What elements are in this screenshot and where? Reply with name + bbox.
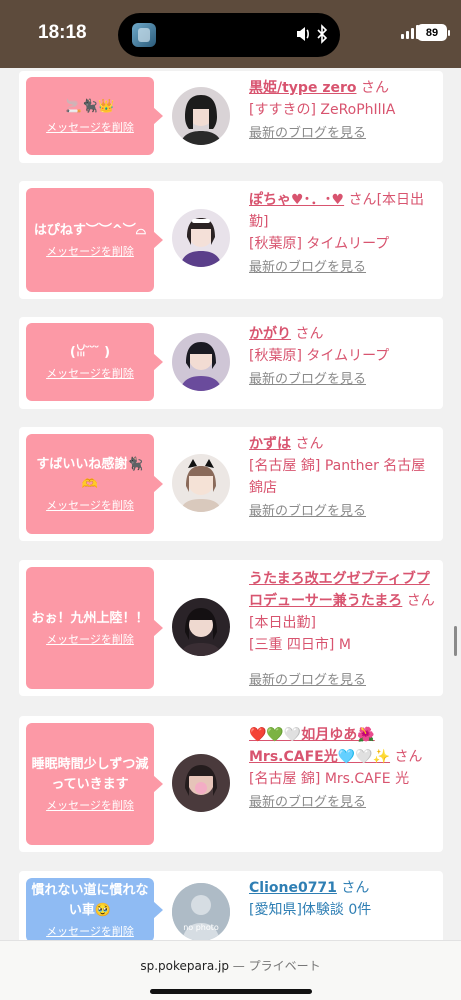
avatar[interactable] (172, 333, 230, 391)
profile-name-link[interactable]: かずは (249, 436, 291, 452)
profile-name-link[interactable]: ❤️💚🤍如月ゆあ🌺Mrs.CAFE光🩵🤍✨ (249, 727, 390, 765)
latest-blog-link[interactable]: 最新のブログを見る (249, 501, 439, 523)
profile-name-link[interactable]: かがり (249, 326, 291, 342)
message-bubble: (ꈍ ̆ ̆ ̆ ) メッセージを削除 (26, 323, 163, 401)
bluetooth-icon (317, 24, 328, 44)
shop-name: [秋葉原] タイムリープ (249, 348, 390, 364)
avatar[interactable] (172, 209, 230, 267)
message-bubble: 🚬🐈‍⬛👑 メッセージを削除 (26, 77, 163, 155)
message-bubble: 睡眠時間少しずつ減っていきます メッセージを削除 (26, 723, 163, 845)
status-bar: 18:18 89 (0, 0, 461, 68)
no-photo-label: no photo (183, 923, 219, 932)
honorific: さん (406, 593, 435, 609)
address-bar[interactable]: sp.pokepara.jp — プライベート (0, 957, 461, 974)
message-card: 睡眠時間少しずつ減っていきます メッセージを削除 ❤️💚🤍如月ゆあ🌺Mrs.CA… (19, 716, 443, 852)
private-mode-label: プライベート (248, 959, 321, 973)
avatar[interactable] (172, 754, 230, 812)
latest-blog-link[interactable]: 最新のブログを見る (249, 792, 439, 814)
honorific: さん (295, 326, 324, 342)
message-card: (ꈍ ̆ ̆ ̆ ) メッセージを削除 かがり さん [秋葉原] タイムリープ … (19, 317, 443, 409)
battery-icon: 89 (417, 24, 450, 41)
message-card: はぴねす︶︶^︶⌓ メッセージを削除 ぽちゃ♥･．･♥ さん[本日出勤] [秋葉… (19, 181, 443, 299)
profile-info: かずは さん [名古屋 錦] Panther 名古屋錦店 最新のブログを見る (249, 433, 439, 523)
latest-blog-link[interactable]: 最新のブログを見る (249, 369, 439, 391)
profile-info: 黒姫/type zero さん [すすきの] ZeRoPhIlIA 最新のブログ… (249, 77, 439, 145)
message-card: すばいいね感謝🐈‍⬛🫶 メッセージを削除 かずは さん [名古屋 錦] Pant… (19, 427, 443, 541)
latest-blog-link[interactable]: 最新のブログを見る (249, 123, 439, 145)
shop-name: [三重 四日市] M (249, 637, 351, 653)
delete-message-link[interactable]: メッセージを削除 (46, 367, 134, 381)
honorific: さん (295, 436, 324, 452)
profile-info: かがり さん [秋葉原] タイムリープ 最新のブログを見る (249, 323, 439, 391)
message-text: 睡眠時間少しずつ減っていきます (31, 757, 149, 792)
message-text: はぴねす︶︶^︶⌓ (33, 223, 147, 238)
delete-message-link[interactable]: メッセージを削除 (46, 499, 134, 513)
delete-message-link[interactable]: メッセージを削除 (46, 925, 134, 939)
avatar[interactable] (172, 87, 230, 145)
app-thumbnail-icon (132, 23, 156, 47)
browser-bottom-bar: sp.pokepara.jp — プライベート (0, 940, 461, 1000)
message-bubble: すばいいね感謝🐈‍⬛🫶 メッセージを削除 (26, 434, 163, 534)
delete-message-link[interactable]: メッセージを削除 (46, 121, 134, 135)
avatar[interactable] (172, 598, 230, 656)
battery-level: 89 (425, 26, 439, 39)
shop-name: [名古屋 錦] Panther 名古屋錦店 (249, 458, 426, 496)
message-bubble: はぴねす︶︶^︶⌓ メッセージを削除 (26, 188, 163, 292)
scrollbar-thumb[interactable] (454, 626, 457, 656)
shop-name: [すすきの] ZeRoPhIlIA (249, 102, 396, 118)
message-bubble: おぉ！九州上陸！！ メッセージを削除 (26, 567, 163, 689)
message-card: 🚬🐈‍⬛👑 メッセージを削除 黒姫/type zero さん [すすきの] Ze… (19, 71, 443, 163)
honorific: さん (348, 192, 377, 208)
avatar[interactable] (172, 454, 230, 512)
speaker-icon (297, 27, 309, 41)
delete-message-link[interactable]: メッセージを削除 (46, 633, 134, 647)
delete-message-link[interactable]: メッセージを削除 (46, 799, 134, 813)
profile-name-link[interactable]: 黒姫/type zero (249, 80, 357, 96)
message-text: (ꈍ ̆ ̆ ̆ ) (69, 345, 111, 360)
shop-name: [愛知県]体験談 0件 (249, 902, 372, 918)
profile-info: Clione0771 さん [愛知県]体験談 0件 (249, 877, 439, 921)
message-text: すばいいね感謝🐈‍⬛🫶 (36, 457, 144, 492)
profile-info: ぽちゃ♥･．･♥ さん[本日出勤] [秋葉原] タイムリープ 最新のブログを見る (249, 189, 439, 279)
honorific: さん (394, 749, 423, 765)
home-indicator[interactable] (150, 989, 312, 994)
honorific: さん (360, 80, 389, 96)
message-card: おぉ！九州上陸！！ メッセージを削除 うたまろ改エグゼブティブプロデューサー兼う… (19, 560, 443, 696)
profile-info: ❤️💚🤍如月ゆあ🌺Mrs.CAFE光🩵🤍✨ さん [名古屋 錦] Mrs.CAF… (249, 724, 439, 814)
avatar-placeholder[interactable]: no photo (172, 883, 230, 941)
latest-blog-link[interactable]: 最新のブログを見る (249, 257, 439, 279)
dynamic-island[interactable] (118, 13, 340, 57)
shop-name: [名古屋 錦] Mrs.CAFE 光 (249, 771, 410, 787)
honorific: さん (341, 880, 370, 896)
profile-info: うたまろ改エグゼブティブプロデューサー兼うたまろ さん [本日出勤] [三重 四日… (249, 568, 439, 692)
profile-name-link[interactable]: Clione0771 (249, 880, 337, 896)
message-text: 慣れない道に慣れない車🥹 (31, 883, 149, 918)
separator: — (228, 959, 249, 973)
profile-name-link[interactable]: ぽちゃ♥･．･♥ (249, 192, 344, 208)
message-text: おぉ！九州上陸！！ (31, 611, 149, 626)
latest-blog-link[interactable]: 最新のブログを見る (249, 670, 439, 692)
message-text: 🚬🐈‍⬛👑 (65, 99, 115, 114)
working-today-badge: [本日出勤] (249, 615, 316, 631)
message-bubble: 慣れない道に慣れない車🥹 メッセージを削除 (26, 878, 163, 942)
shop-name: [秋葉原] タイムリープ (249, 236, 390, 252)
delete-message-link[interactable]: メッセージを削除 (46, 245, 134, 259)
profile-name-link[interactable]: うたまろ改エグゼブティブプロデューサー兼うたまろ (249, 571, 430, 609)
status-time: 18:18 (38, 22, 87, 43)
domain-text: sp.pokepara.jp (140, 959, 229, 973)
